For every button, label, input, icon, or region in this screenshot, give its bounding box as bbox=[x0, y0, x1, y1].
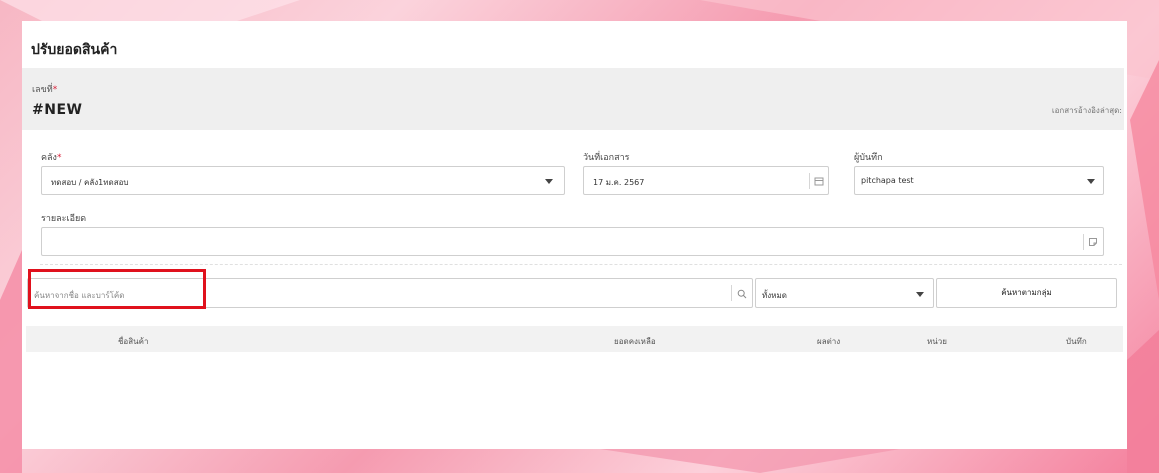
warehouse-select[interactable]: ทดสอบ / คลัง1ทดสอบ bbox=[41, 166, 565, 195]
required-marker: * bbox=[56, 153, 62, 163]
column-header-unit: หน่วย bbox=[927, 337, 947, 346]
search-icon[interactable] bbox=[737, 289, 747, 299]
column-header-balance: ยอดคงเหลือ bbox=[614, 337, 656, 346]
required-marker: * bbox=[52, 85, 58, 95]
search-input[interactable]: ค้นหาจากชื่อ และบาร์โค้ด bbox=[27, 278, 753, 308]
page-title: ปรับยอดสินค้า bbox=[31, 42, 118, 58]
doc-date-label: วันที่เอกสาร bbox=[583, 153, 630, 163]
section-divider bbox=[40, 264, 1122, 265]
filter-select[interactable]: ทั้งหมด bbox=[755, 278, 934, 308]
divider bbox=[731, 285, 732, 301]
column-header-difference: ผลต่าง bbox=[817, 337, 841, 346]
recorder-value: pitchapa test bbox=[861, 176, 914, 185]
warehouse-label: คลัง* bbox=[41, 153, 62, 163]
doc-number-value: #NEW bbox=[32, 102, 83, 118]
warehouse-value: ทดสอบ / คลัง1ทดสอบ bbox=[51, 178, 129, 187]
calendar-icon[interactable] bbox=[814, 176, 824, 186]
column-header-note: บันทึก bbox=[1066, 337, 1087, 346]
recorder-select[interactable]: pitchapa test bbox=[854, 166, 1104, 195]
column-header-product-name: ชื่อสินค้า bbox=[118, 337, 149, 346]
details-label: รายละเอียด bbox=[41, 214, 87, 224]
chevron-down-icon bbox=[545, 179, 553, 184]
details-input[interactable] bbox=[41, 227, 1104, 256]
adjust-stock-card: ปรับยอดสินค้า เลขที่* #NEW เอกสารอ้างอิง… bbox=[22, 21, 1127, 449]
search-by-group-button[interactable]: ค้นหาตามกลุ่ม bbox=[936, 278, 1117, 308]
last-used-reference-label: เอกสารอ้างอิงล่าสุด: bbox=[1051, 106, 1122, 115]
note-icon bbox=[1089, 238, 1097, 246]
doc-date-input[interactable]: 17 ม.ค. 2567 bbox=[583, 166, 829, 195]
recorder-label: ผู้บันทึก bbox=[854, 153, 883, 163]
search-placeholder: ค้นหาจากชื่อ และบาร์โค้ด bbox=[34, 291, 125, 300]
divider bbox=[1083, 234, 1084, 250]
table-header: ชื่อสินค้า ยอดคงเหลือ ผลต่าง หน่วย บันทึ… bbox=[26, 326, 1123, 352]
divider bbox=[809, 173, 810, 189]
doc-number-label: เลขที่* bbox=[32, 85, 58, 95]
chevron-down-icon bbox=[1087, 179, 1095, 184]
filter-value: ทั้งหมด bbox=[762, 291, 787, 300]
chevron-down-icon bbox=[916, 292, 924, 297]
doc-date-value: 17 ม.ค. 2567 bbox=[593, 178, 645, 187]
document-header-band: เลขที่* #NEW เอกสารอ้างอิงล่าสุด: bbox=[22, 68, 1124, 130]
